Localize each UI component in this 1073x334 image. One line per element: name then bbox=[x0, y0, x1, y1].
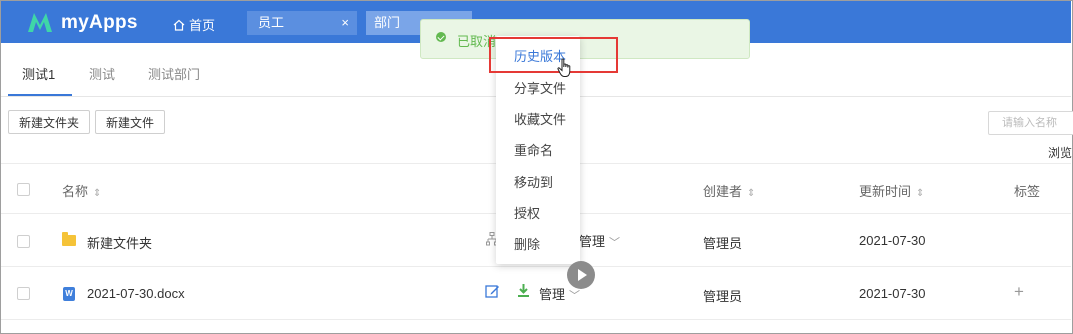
menu-item-move-to[interactable]: 移动到 bbox=[514, 172, 553, 191]
subtab-test[interactable]: 测试 bbox=[89, 64, 115, 83]
highlight-box bbox=[489, 37, 618, 73]
menu-item-share-file[interactable]: 分享文件 bbox=[514, 78, 566, 97]
header-updated-label: 更新时间 bbox=[859, 184, 912, 199]
active-tab-indicator bbox=[8, 94, 72, 96]
header-name[interactable]: 名称 ⇕ bbox=[62, 181, 101, 200]
new-file-button[interactable]: 新建文件 bbox=[95, 110, 165, 134]
brand-name: myApps bbox=[61, 12, 138, 33]
add-tag-button[interactable]: + bbox=[1014, 282, 1024, 302]
permission-label: 管理 bbox=[539, 287, 566, 302]
tab-employee[interactable]: 员工 × bbox=[247, 11, 357, 35]
row-creator: 管理员 bbox=[703, 289, 743, 304]
home-label: 首页 bbox=[189, 18, 216, 33]
menu-item-authorize[interactable]: 授权 bbox=[514, 203, 540, 222]
subtab-test1[interactable]: 测试1 bbox=[22, 64, 55, 83]
browse-label[interactable]: 浏览 bbox=[1048, 144, 1072, 161]
play-button-icon[interactable] bbox=[567, 261, 595, 289]
permission-dropdown[interactable]: 管理 ﹀ bbox=[579, 231, 620, 250]
tab-employee-label: 员工 bbox=[258, 15, 285, 30]
menu-item-favorite-file[interactable]: 收藏文件 bbox=[514, 109, 566, 128]
permission-label: 管理 bbox=[579, 234, 606, 249]
row-checkbox[interactable] bbox=[17, 235, 30, 248]
sort-icon: ⇕ bbox=[916, 188, 925, 199]
row-creator: 管理员 bbox=[703, 236, 743, 251]
folder-icon bbox=[62, 232, 76, 246]
header-updated[interactable]: 更新时间 ⇕ bbox=[859, 181, 924, 200]
select-all-checkbox[interactable] bbox=[17, 183, 30, 196]
header-name-label: 名称 bbox=[62, 184, 89, 199]
tab-department-label: 部门 bbox=[374, 15, 401, 30]
row-checkbox[interactable] bbox=[17, 287, 30, 300]
row-file-name[interactable]: 2021-07-30.docx bbox=[87, 286, 185, 301]
menu-item-delete[interactable]: 删除 bbox=[514, 234, 540, 253]
search-input[interactable]: 请输入名称 bbox=[988, 111, 1073, 135]
edit-icon[interactable] bbox=[485, 284, 500, 299]
home-link[interactable]: 首页 bbox=[173, 15, 215, 34]
check-circle-icon bbox=[436, 32, 446, 42]
row-updated: 2021-07-30 bbox=[859, 233, 926, 248]
hand-pointer-icon bbox=[557, 58, 571, 77]
subtab-test-dept[interactable]: 测试部门 bbox=[148, 64, 200, 83]
home-icon bbox=[173, 19, 185, 31]
row-divider bbox=[1, 319, 1071, 320]
sort-icon: ⇕ bbox=[93, 188, 102, 199]
sort-icon: ⇕ bbox=[747, 188, 756, 199]
header-creator-label: 创建者 bbox=[703, 184, 743, 199]
row-updated: 2021-07-30 bbox=[859, 286, 926, 301]
menu-item-rename[interactable]: 重命名 bbox=[514, 140, 553, 159]
word-doc-icon: W bbox=[63, 287, 75, 301]
myapps-logo-icon bbox=[28, 13, 52, 32]
header-tags: 标签 bbox=[1014, 184, 1041, 199]
header-creator[interactable]: 创建者 ⇕ bbox=[703, 181, 755, 200]
download-icon[interactable] bbox=[517, 283, 530, 298]
chevron-down-icon: ﹀ bbox=[609, 237, 621, 249]
new-folder-button[interactable]: 新建文件夹 bbox=[8, 110, 91, 134]
tab-close-icon[interactable]: × bbox=[341, 11, 349, 35]
chevron-down-icon: ﹀ bbox=[569, 290, 581, 302]
row-file-name[interactable]: 新建文件夹 bbox=[87, 233, 152, 252]
row-divider bbox=[1, 266, 1071, 267]
